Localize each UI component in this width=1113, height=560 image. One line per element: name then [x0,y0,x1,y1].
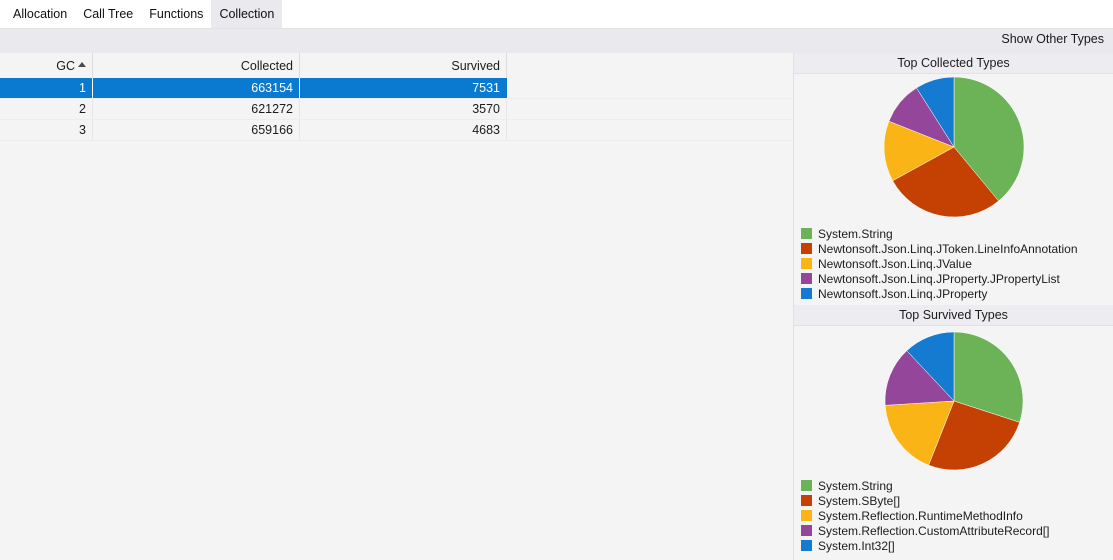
column-header-label: Collected [240,58,293,73]
sort-ascending-icon [78,62,86,67]
table-row[interactable]: 2 621272 3570 [0,99,793,120]
legend-item[interactable]: Newtonsoft.Json.Linq.JToken.LineInfoAnno… [801,241,1113,256]
top-survived-types-legend: System.String System.SByte[] System.Refl… [794,478,1113,553]
show-other-types-button[interactable]: Show Other Types [1001,32,1104,46]
legend-item[interactable]: System.SByte[] [801,493,1113,508]
cell-gc: 3 [0,120,93,140]
legend-label: System.Reflection.RuntimeMethodInfo [818,508,1023,523]
legend-label: System.Reflection.CustomAttributeRecord[… [818,523,1050,538]
grid-header-row: GC Collected Survived [0,53,793,78]
legend-item[interactable]: System.Reflection.RuntimeMethodInfo [801,508,1113,523]
legend-label: System.String [818,478,893,493]
table-row[interactable]: 3 659166 4683 [0,120,793,141]
tab-label: Call Tree [83,7,134,21]
pie-chart-survived [884,331,1023,471]
legend-swatch-icon [801,525,812,536]
table-row[interactable]: 1 663154 7531 [0,78,793,99]
top-survived-types-pie [794,326,1113,478]
top-collected-types-legend: System.String Newtonsoft.Json.Linq.JToke… [794,226,1113,301]
cell-collected: 659166 [93,120,300,140]
column-header-collected[interactable]: Collected [93,53,300,78]
tab-strip: Allocation Call Tree Functions Collectio… [0,0,1113,29]
legend-swatch-icon [801,258,812,269]
column-header-survived[interactable]: Survived [300,53,507,78]
pie-chart-collected [883,76,1024,218]
cell-survived: 4683 [300,120,507,140]
legend-label: Newtonsoft.Json.Linq.JToken.LineInfoAnno… [818,241,1078,256]
tab-label: Allocation [13,7,68,21]
top-survived-types-block: Top Survived Types System.String System.… [794,305,1113,560]
legend-item[interactable]: System.String [801,226,1113,241]
legend-swatch-icon [801,510,812,521]
top-survived-types-title: Top Survived Types [794,305,1113,326]
legend-item[interactable]: Newtonsoft.Json.Linq.JProperty.JProperty… [801,271,1113,286]
tab-collection[interactable]: Collection [211,0,283,28]
legend-item[interactable]: System.Reflection.CustomAttributeRecord[… [801,523,1113,538]
column-header-label: Survived [451,58,500,73]
cell-gc: 2 [0,99,93,119]
cell-collected: 621272 [93,99,300,119]
cell-survived: 3570 [300,99,507,119]
toolbar: Show Other Types [0,29,1113,53]
legend-label: System.SByte[] [818,493,901,508]
legend-item[interactable]: System.Int32[] [801,538,1113,553]
column-header-label: GC [56,58,75,73]
cell-gc: 1 [0,78,93,98]
tab-label: Functions [149,7,204,21]
tab-functions[interactable]: Functions [141,0,211,28]
legend-item[interactable]: Newtonsoft.Json.Linq.JValue [801,256,1113,271]
legend-label: System.String [818,226,893,241]
legend-swatch-icon [801,243,812,254]
legend-swatch-icon [801,288,812,299]
cell-survived: 7531 [300,78,507,98]
tab-allocation[interactable]: Allocation [5,0,75,28]
cell-collected: 663154 [93,78,300,98]
legend-swatch-icon [801,228,812,239]
legend-label: Newtonsoft.Json.Linq.JProperty.JProperty… [818,271,1060,286]
column-header-filler [507,53,793,78]
tab-label: Collection [219,7,275,21]
column-header-gc[interactable]: GC [0,53,93,78]
legend-swatch-icon [801,480,812,491]
legend-label: Newtonsoft.Json.Linq.JProperty [818,286,988,301]
collection-grid: GC Collected Survived 1 663154 7531 2 62… [0,53,793,560]
legend-item[interactable]: Newtonsoft.Json.Linq.JProperty [801,286,1113,301]
top-collected-types-block: Top Collected Types System.String Newton… [794,53,1113,305]
top-collected-types-pie [794,74,1113,226]
grid-body: 1 663154 7531 2 621272 3570 3 659166 468… [0,78,793,141]
legend-label: Newtonsoft.Json.Linq.JValue [818,256,972,271]
legend-swatch-icon [801,495,812,506]
legend-swatch-icon [801,273,812,284]
types-panel: Top Collected Types System.String Newton… [793,53,1113,560]
legend-label: System.Int32[] [818,538,895,553]
tab-call-tree[interactable]: Call Tree [75,0,141,28]
legend-item[interactable]: System.String [801,478,1113,493]
top-collected-types-title: Top Collected Types [794,53,1113,74]
legend-swatch-icon [801,540,812,551]
